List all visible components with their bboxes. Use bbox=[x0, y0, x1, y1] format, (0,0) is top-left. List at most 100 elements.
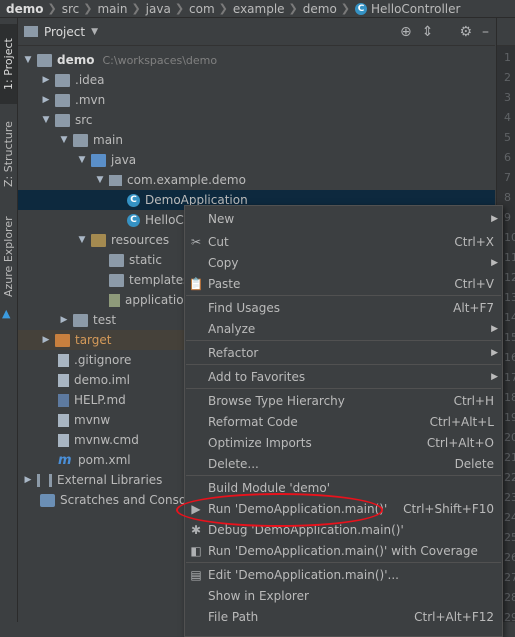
gear-icon[interactable]: ⚙ bbox=[459, 24, 472, 40]
menu-item-browse-type-hierarchy[interactable]: Browse Type Hierarchy Ctrl+H bbox=[185, 390, 502, 411]
line-number: 17 bbox=[504, 371, 515, 384]
chevron-right-icon[interactable]: ▶ bbox=[40, 75, 52, 85]
menu-item-shortcut: Ctrl+H bbox=[453, 393, 494, 408]
chevron-down-icon[interactable]: ▼ bbox=[22, 55, 34, 65]
tree-item-label: applicatio bbox=[125, 293, 184, 307]
breadcrumb-item[interactable]: example bbox=[228, 2, 289, 16]
tree-item-java[interactable]: ▼ java bbox=[18, 150, 495, 170]
tab-project[interactable]: 1: Project bbox=[0, 24, 17, 104]
menu-item-paste[interactable]: 📋 Paste Ctrl+V bbox=[185, 273, 502, 294]
chevron-right-icon[interactable]: ▶ bbox=[40, 95, 52, 105]
project-view-selector[interactable]: Project bbox=[44, 25, 85, 39]
chevron-right-icon[interactable]: ▶ bbox=[22, 475, 34, 485]
tool-window-strip: 1: Project Z: Structure Azure Explorer ▲ bbox=[0, 18, 18, 622]
tab-azure-explorer[interactable]: Azure Explorer bbox=[0, 212, 17, 302]
menu-item-file-path[interactable]: File Path Ctrl+Alt+F12 bbox=[185, 606, 502, 627]
menu-item-edit-configuration[interactable]: ▤ Edit 'DemoApplication.main()'... bbox=[185, 564, 502, 585]
menu-item-add-to-favorites[interactable]: Add to Favorites ▶ bbox=[185, 366, 502, 387]
file-icon bbox=[58, 433, 69, 447]
breadcrumb-item[interactable]: C HelloController bbox=[350, 2, 464, 16]
menu-item-shortcut: Alt+F7 bbox=[453, 300, 494, 315]
chevron-down-icon[interactable]: ▼ bbox=[76, 155, 88, 165]
tree-item-label: demo bbox=[57, 53, 95, 67]
menu-item-new[interactable]: New ▶ bbox=[185, 208, 502, 229]
breadcrumb-item[interactable]: main bbox=[92, 2, 131, 16]
chevron-down-icon[interactable]: ▼ bbox=[58, 135, 70, 145]
breadcrumb-item[interactable]: demo bbox=[0, 2, 47, 16]
chevron-down-icon[interactable]: ▼ bbox=[40, 115, 52, 125]
menu-item-show-in-explorer[interactable]: Show in Explorer bbox=[185, 585, 502, 606]
collapse-all-icon[interactable]: ⇕ bbox=[422, 24, 434, 40]
chevron-right-icon[interactable]: ▶ bbox=[58, 315, 70, 325]
menu-item-find-usages[interactable]: Find Usages Alt+F7 bbox=[185, 297, 502, 318]
tree-item-src[interactable]: ▼ src bbox=[18, 110, 495, 130]
tree-item-label: main bbox=[93, 133, 123, 147]
tree-item-package[interactable]: ▼ com.example.demo bbox=[18, 170, 495, 190]
line-number: 28 bbox=[504, 591, 515, 604]
menu-item-label: File Path bbox=[208, 609, 259, 624]
chevron-down-icon[interactable]: ▼ bbox=[91, 27, 98, 37]
tree-item-label: demo.iml bbox=[74, 373, 130, 387]
menu-item-run-with-coverage[interactable]: ◧ Run 'DemoApplication.main()' with Cove… bbox=[185, 540, 502, 561]
menu-item-label: Run 'DemoApplication.main()' with Covera… bbox=[208, 543, 478, 558]
breadcrumb-item[interactable]: demo bbox=[298, 2, 341, 16]
menu-item-copy[interactable]: Copy ▶ bbox=[185, 252, 502, 273]
line-number: 26 bbox=[504, 551, 515, 564]
menu-item-label: New bbox=[208, 211, 235, 226]
tree-item-main[interactable]: ▼ main bbox=[18, 130, 495, 150]
menu-item-run[interactable]: ▶ Run 'DemoApplication.main()' Ctrl+Shif… bbox=[185, 498, 502, 519]
menu-item-cut[interactable]: ✂ Cut Ctrl+X bbox=[185, 231, 502, 252]
markdown-file-icon bbox=[58, 393, 69, 407]
breadcrumb-item[interactable]: com bbox=[184, 2, 219, 16]
line-number: 13 bbox=[504, 291, 515, 304]
chevron-down-icon[interactable]: ▼ bbox=[76, 235, 88, 245]
context-menu: New ▶ ✂ Cut Ctrl+X Copy ▶ 📋 Paste Ctrl+V… bbox=[184, 205, 503, 637]
menu-item-label: Show in Explorer bbox=[208, 588, 309, 603]
tab-structure[interactable]: Z: Structure bbox=[0, 114, 17, 194]
tree-item-mvn[interactable]: ▶ .mvn bbox=[18, 90, 495, 110]
hide-icon[interactable]: – bbox=[482, 24, 489, 40]
menu-item-reformat-code[interactable]: Reformat Code Ctrl+Alt+L bbox=[185, 411, 502, 432]
tree-item-label: mvnw.cmd bbox=[74, 433, 139, 447]
locate-icon[interactable]: ⊕ bbox=[400, 24, 412, 40]
maven-icon: m bbox=[58, 452, 72, 468]
line-number: 27 bbox=[504, 571, 515, 584]
line-number: 11 bbox=[504, 251, 515, 264]
menu-separator bbox=[186, 340, 501, 341]
line-number: 1 bbox=[504, 51, 511, 64]
menu-item-analyze[interactable]: Analyze ▶ bbox=[185, 318, 502, 339]
tree-item-idea[interactable]: ▶ .idea bbox=[18, 70, 495, 90]
breadcrumb-item[interactable]: java bbox=[141, 2, 175, 16]
folder-icon bbox=[55, 73, 70, 87]
line-number: 19 bbox=[504, 411, 515, 424]
menu-item-refactor[interactable]: Refactor ▶ bbox=[185, 342, 502, 363]
menu-item-label: Find Usages bbox=[208, 300, 281, 315]
tab-label: 1: Project bbox=[2, 38, 15, 90]
menu-item-label: Optimize Imports bbox=[208, 435, 312, 450]
submenu-arrow-icon: ▶ bbox=[491, 323, 498, 334]
menu-item-shortcut: Ctrl+Shift+F10 bbox=[403, 501, 494, 516]
menu-item-build-module[interactable]: Build Module 'demo' bbox=[185, 477, 502, 498]
chevron-down-icon[interactable]: ▼ bbox=[94, 175, 106, 185]
tree-item-label: com.example.demo bbox=[127, 173, 246, 187]
breadcrumb-item[interactable]: src bbox=[57, 2, 84, 16]
menu-item-delete[interactable]: Delete... Delete bbox=[185, 453, 502, 474]
chevron-right-icon: ❯ bbox=[218, 2, 228, 15]
folder-icon bbox=[109, 253, 124, 267]
editor-tab[interactable] bbox=[497, 18, 515, 46]
line-number: 3 bbox=[504, 91, 511, 104]
tree-item-demo[interactable]: ▼ demo C:\workspaces\demo bbox=[18, 50, 495, 70]
line-number: 4 bbox=[504, 111, 511, 124]
menu-item-optimize-imports[interactable]: Optimize Imports Ctrl+Alt+O bbox=[185, 432, 502, 453]
chevron-right-icon[interactable]: ▶ bbox=[40, 335, 52, 345]
tree-item-label: resources bbox=[111, 233, 170, 247]
tree-item-label: HelloC bbox=[145, 213, 184, 227]
line-number: 2 bbox=[504, 71, 511, 84]
tree-item-label: pom.xml bbox=[78, 453, 131, 467]
menu-separator bbox=[186, 562, 501, 563]
menu-item-label: Debug 'DemoApplication.main()' bbox=[208, 522, 404, 537]
tree-item-label: External Libraries bbox=[57, 473, 163, 487]
tree-item-label: Scratches and Console bbox=[60, 493, 197, 507]
menu-item-debug[interactable]: ✱ Debug 'DemoApplication.main()' bbox=[185, 519, 502, 540]
tree-item-label: test bbox=[93, 313, 117, 327]
